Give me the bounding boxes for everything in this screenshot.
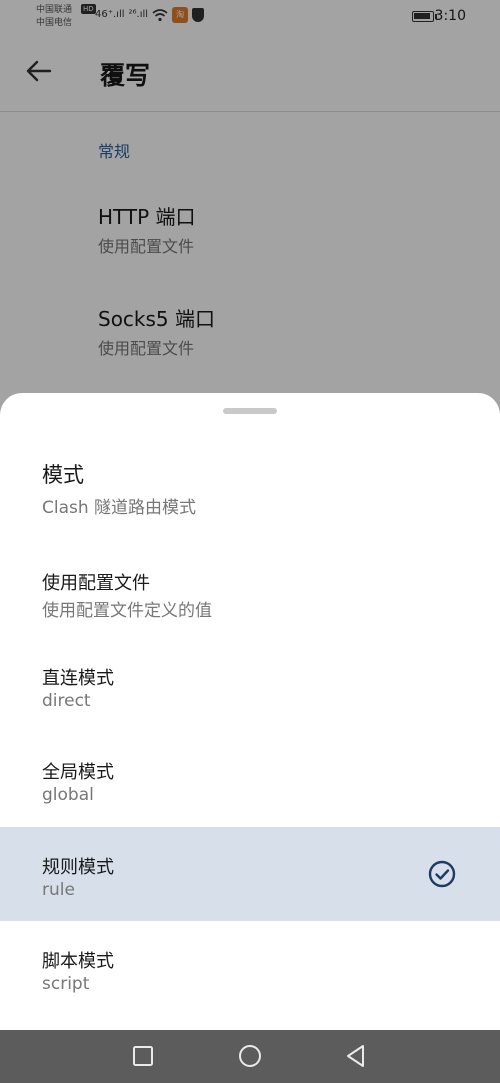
option-title: 脚本模式 xyxy=(42,951,114,972)
option-subtitle: rule xyxy=(42,880,75,900)
option-rule[interactable]: 规则模式 rule xyxy=(0,827,500,921)
option-title: 使用配置文件 xyxy=(42,573,150,594)
home-circle-icon[interactable] xyxy=(237,1043,263,1069)
sheet-title: 模式 xyxy=(42,463,84,487)
option-subtitle: global xyxy=(42,785,94,805)
option-title: 规则模式 xyxy=(42,857,114,878)
option-global[interactable]: 全局模式 global xyxy=(0,732,500,826)
option-title: 全局模式 xyxy=(42,762,114,783)
option-subtitle: direct xyxy=(42,691,91,711)
option-direct[interactable]: 直连模式 direct xyxy=(0,638,500,732)
mode-bottom-sheet: 模式 Clash 隧道路由模式 使用配置文件 使用配置文件定义的值 直连模式 d… xyxy=(0,393,500,1030)
sheet-subtitle: Clash 隧道路由模式 xyxy=(42,498,197,518)
back-triangle-icon[interactable] xyxy=(343,1043,369,1069)
option-title: 直连模式 xyxy=(42,668,114,689)
option-script[interactable]: 脚本模式 script xyxy=(0,921,500,1015)
system-nav-bar xyxy=(0,1030,500,1083)
option-use-config[interactable]: 使用配置文件 使用配置文件定义的值 xyxy=(0,543,500,637)
option-subtitle: script xyxy=(42,974,90,994)
check-circle-icon xyxy=(428,860,456,888)
recents-square-icon[interactable] xyxy=(130,1043,156,1069)
drag-handle[interactable] xyxy=(223,408,277,414)
option-subtitle: 使用配置文件定义的值 xyxy=(42,601,212,621)
